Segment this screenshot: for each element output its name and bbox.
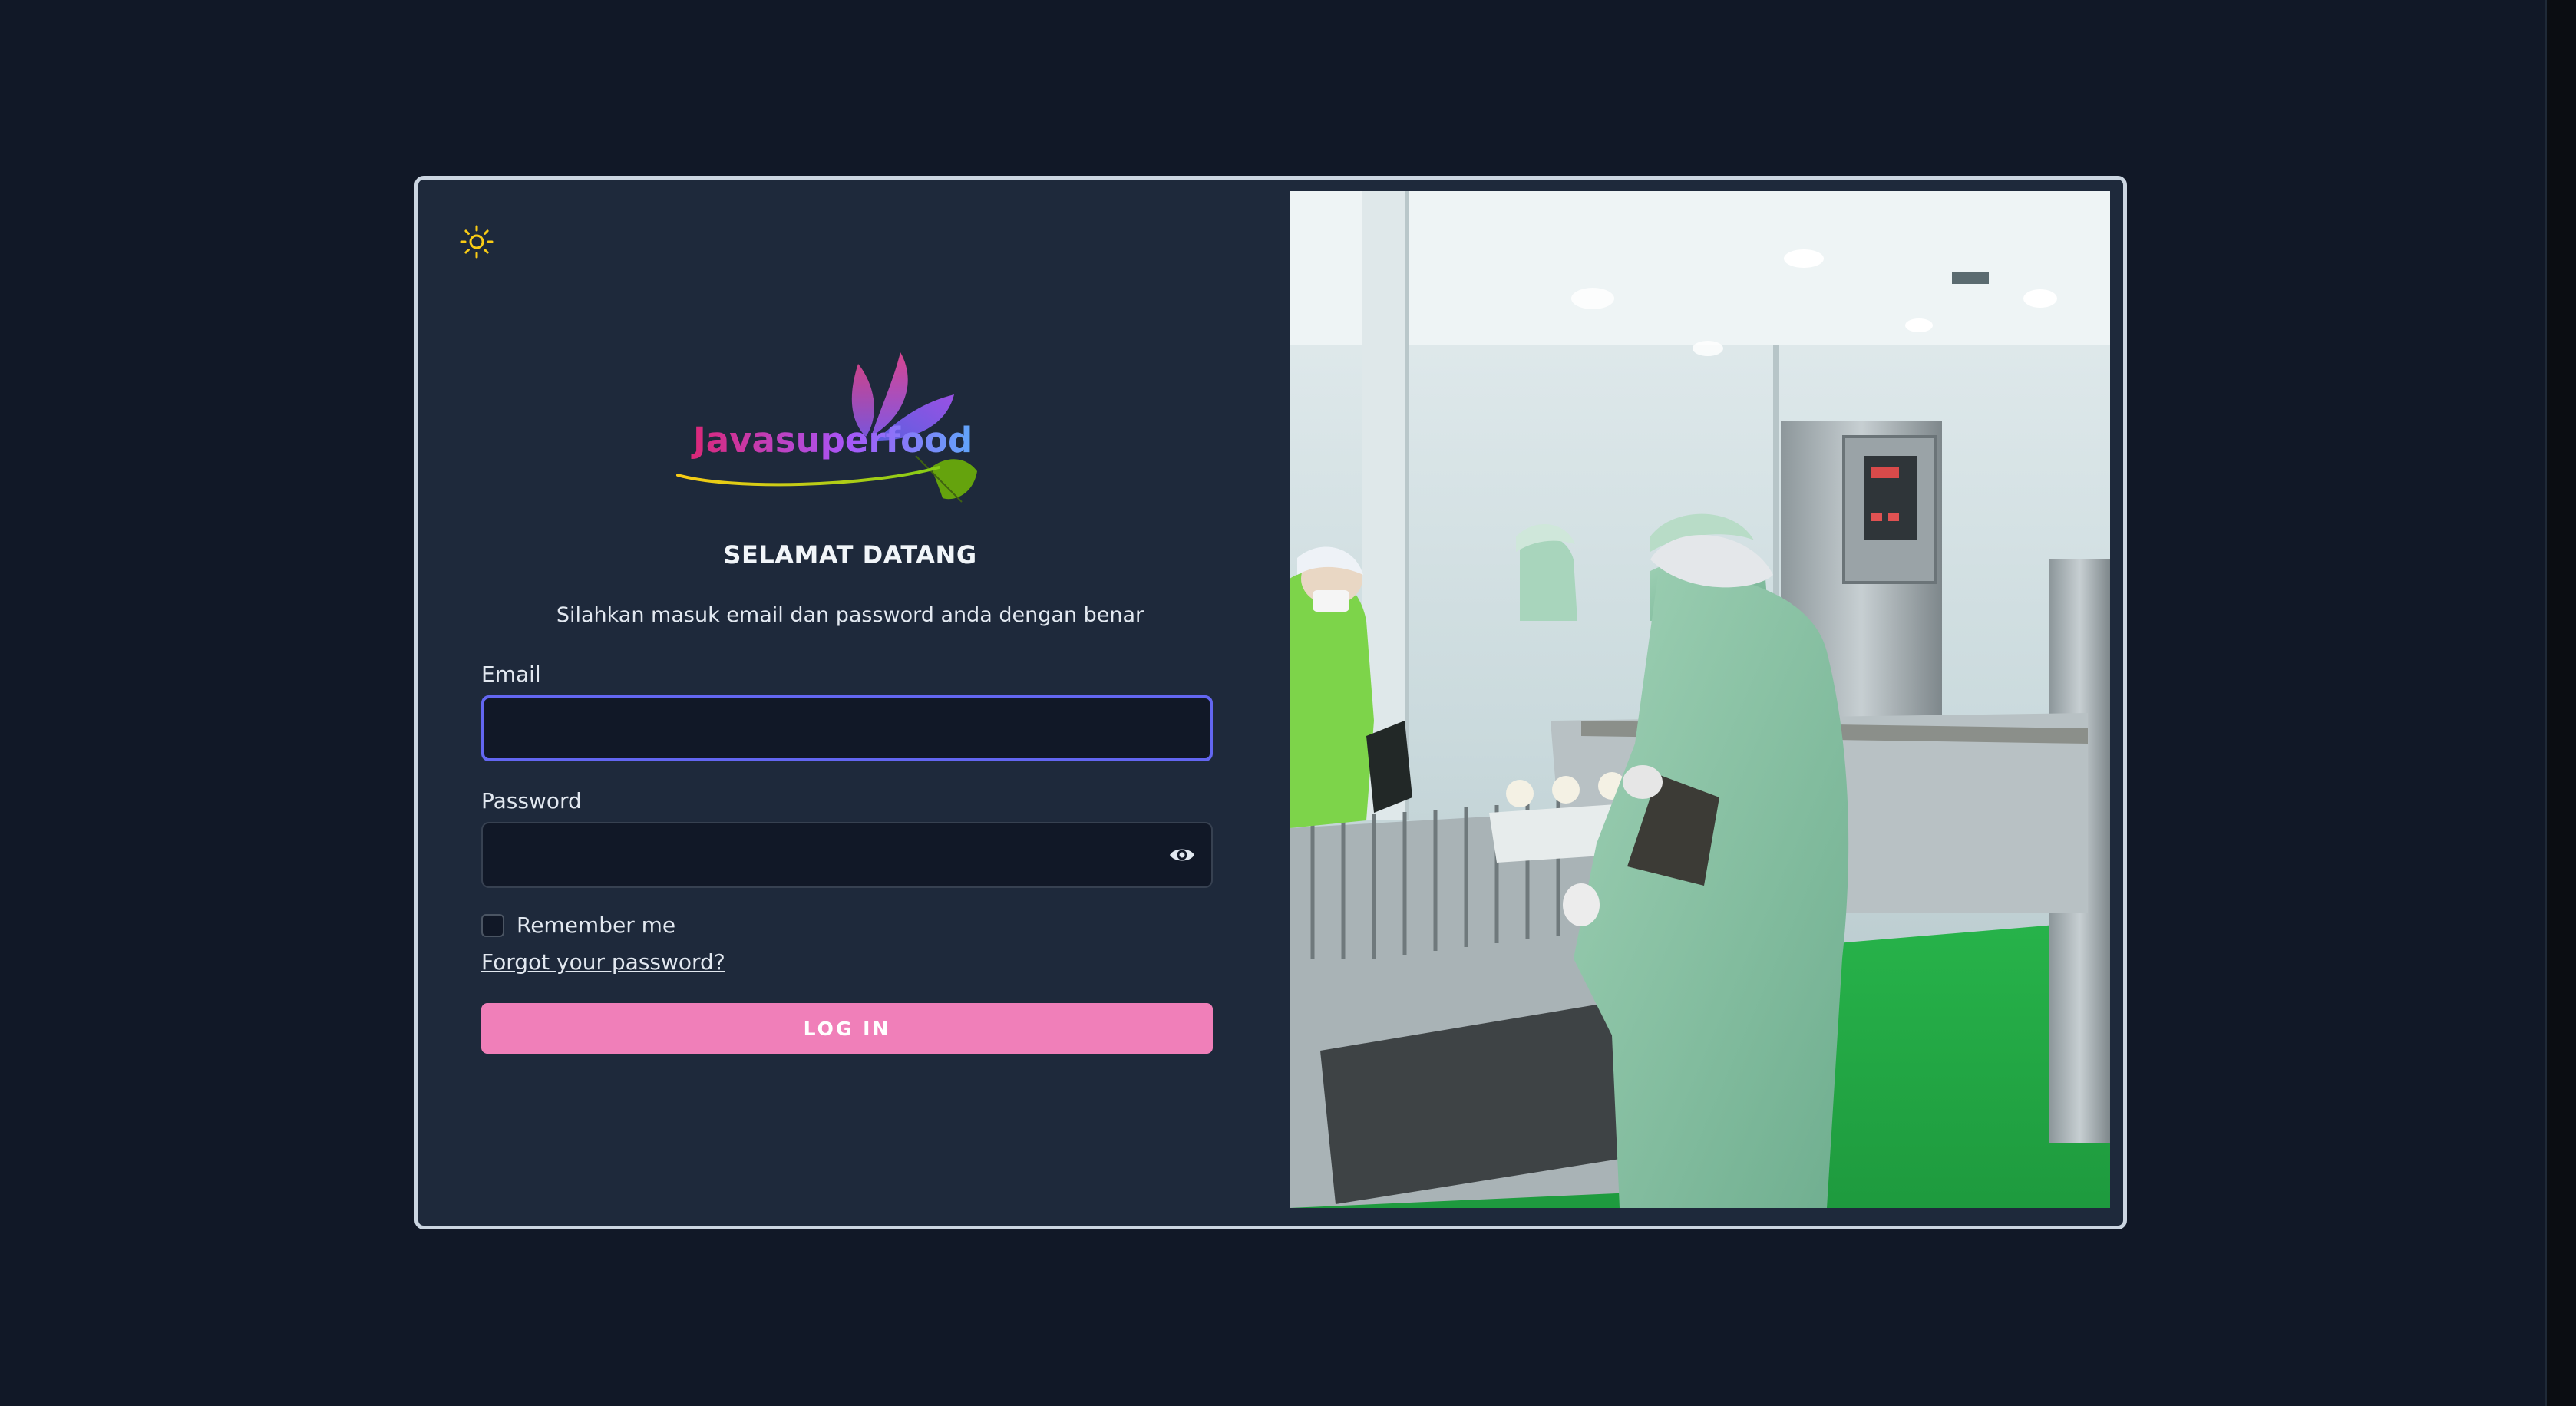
forgot-password-link[interactable]: Forgot your password?: [481, 949, 725, 975]
brand-logo: Javasuperfood: [670, 341, 1023, 513]
welcome-heading: SELAMAT DATANG: [723, 540, 977, 569]
password-field[interactable]: [481, 822, 1213, 888]
email-field[interactable]: [481, 695, 1213, 761]
login-button[interactable]: LOG IN: [481, 1003, 1213, 1054]
show-password-toggle[interactable]: [1168, 845, 1196, 865]
email-label: Email: [481, 662, 541, 687]
login-card: Javasuperfood SELAMAT DATANG Silahkan ma…: [414, 176, 2127, 1229]
remember-me-row: Remember me: [481, 913, 675, 938]
password-label: Password: [481, 788, 582, 814]
login-subtitle: Silahkan masuk email dan password anda d…: [556, 603, 1144, 627]
factory-photo: [1290, 191, 2110, 1208]
eye-icon: [1170, 849, 1194, 861]
remember-me-checkbox[interactable]: [481, 913, 504, 937]
logo-wordmark: Javasuperfood: [691, 420, 973, 460]
window-edge: [2545, 0, 2576, 1406]
sun-icon: [460, 225, 494, 259]
theme-toggle-button[interactable]: [457, 222, 497, 262]
remember-me-label: Remember me: [517, 913, 676, 938]
